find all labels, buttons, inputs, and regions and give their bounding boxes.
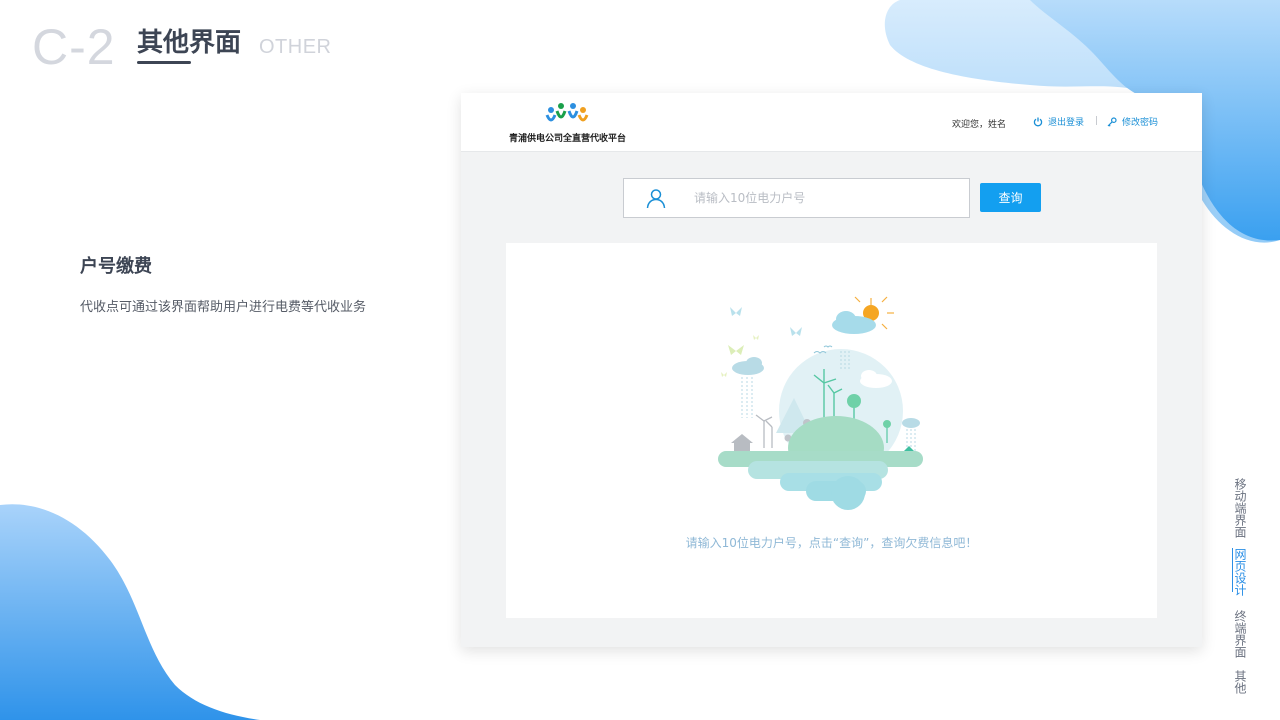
app-header: 青浦供电公司全直营代收平台 欢迎您，姓名 退出登录 | 修改密码 bbox=[461, 93, 1202, 152]
user-icon bbox=[646, 189, 666, 209]
side-nav-item-terminal[interactable]: 终端界面 bbox=[1230, 610, 1250, 658]
result-card: 请输入10位电力户号，点击“查询”，查询欠费信息吧！ bbox=[506, 243, 1157, 618]
change-password-link[interactable]: 修改密码 bbox=[1107, 115, 1158, 128]
people-logo-icon bbox=[545, 103, 589, 122]
eco-city-illustration bbox=[718, 296, 923, 510]
section-subtitle: OTHER bbox=[259, 36, 332, 58]
section-number: C-2 bbox=[32, 19, 116, 75]
side-nav-item-mobile[interactable]: 移动端界面 bbox=[1230, 478, 1250, 538]
decorative-blob-bottom-left bbox=[0, 504, 260, 720]
account-search-box bbox=[623, 178, 970, 218]
query-button[interactable]: 查询 bbox=[980, 183, 1041, 212]
app-window: 青浦供电公司全直营代收平台 欢迎您，姓名 退出登录 | 修改密码 查询 bbox=[461, 93, 1202, 647]
account-number-input[interactable] bbox=[694, 191, 954, 205]
logout-label: 退出登录 bbox=[1048, 118, 1085, 128]
side-nav: 移动端界面 网页设计 终端界面 其他 bbox=[1230, 470, 1250, 710]
query-hint: 请输入10位电力户号，点击“查询”，查询欠费信息吧！ bbox=[685, 536, 978, 550]
welcome-text: 欢迎您，姓名 bbox=[952, 120, 1007, 130]
feature-description: 代收点可通过该界面帮助用户进行电费等代收业务 bbox=[80, 300, 367, 315]
side-nav-item-other[interactable]: 其他 bbox=[1230, 670, 1250, 694]
brand-name: 青浦供电公司全直营代收平台 bbox=[509, 134, 627, 144]
change-password-label: 修改密码 bbox=[1122, 118, 1159, 128]
key-icon bbox=[1107, 116, 1117, 127]
section-title: 其他界面 bbox=[137, 28, 242, 58]
logout-link[interactable]: 退出登录 bbox=[1033, 115, 1084, 128]
feature-title: 户号缴费 bbox=[80, 256, 152, 277]
section-title-underline bbox=[137, 61, 191, 64]
power-icon bbox=[1033, 117, 1043, 126]
side-nav-item-web[interactable]: 网页设计 bbox=[1230, 548, 1250, 596]
header-separator: | bbox=[1095, 116, 1099, 126]
